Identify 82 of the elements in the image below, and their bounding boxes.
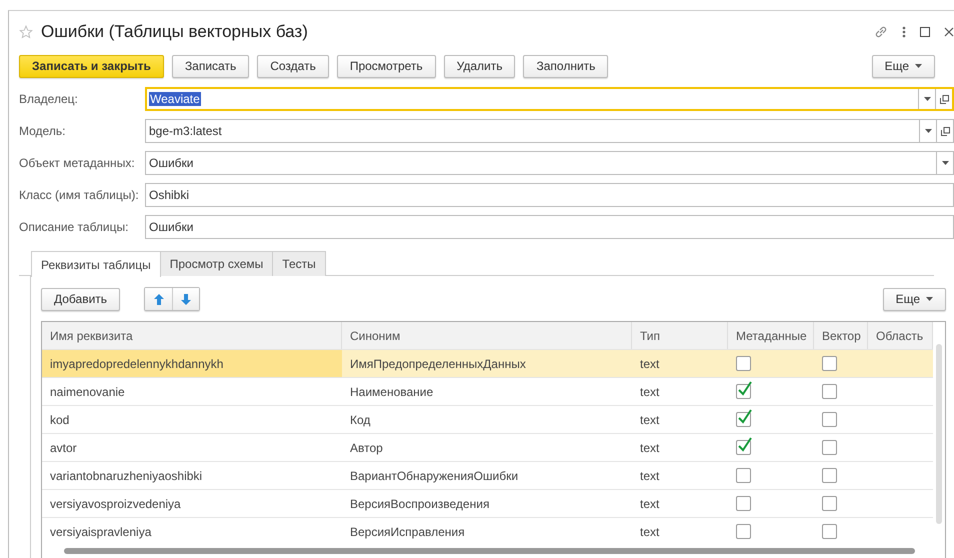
- table-cell-text: variantobnaruzheniyaoshibki: [49, 468, 204, 484]
- field-label: Владелец:: [19, 92, 79, 106]
- window-title: Ошибки (Таблицы векторных баз): [41, 22, 309, 42]
- caret-icon: [924, 129, 932, 133]
- table-cell-text: ВерсияВоспроизведения: [349, 496, 490, 512]
- open-button[interactable]: [936, 120, 953, 142]
- table-cell-text: Код: [349, 412, 372, 428]
- table-cell-text: naimenovanie: [49, 384, 126, 400]
- checkbox[interactable]: [822, 356, 837, 371]
- star-icon[interactable]: [19, 25, 33, 39]
- checkbox[interactable]: [822, 384, 837, 399]
- toolbar-button[interactable]: Просмотреть: [336, 54, 436, 78]
- field-label: Класс (имя таблицы):: [19, 188, 140, 202]
- table-cell-text: kod: [49, 412, 70, 428]
- table-cell-text: versiyaispravleniya: [49, 524, 152, 540]
- table-cell-text: ИмяПредопределенныхДанных: [349, 356, 527, 372]
- tab[interactable]: Тесты: [272, 251, 326, 276]
- close-icon[interactable]: [944, 27, 954, 37]
- field-label: Описание таблицы:: [19, 220, 130, 234]
- caret-icon: [924, 97, 930, 101]
- checkbox[interactable]: [736, 468, 751, 483]
- table-cell-text: ВерсияИсправления: [349, 524, 466, 540]
- table-cell-text: text: [639, 412, 660, 428]
- move-up-button[interactable]: [145, 288, 172, 310]
- arrow-down-icon: [181, 294, 192, 304]
- checkbox[interactable]: [822, 412, 837, 427]
- caret-icon: [926, 297, 933, 301]
- open-icon: [940, 94, 948, 104]
- table-cell-text: ВариантОбнаруженияОшибки: [349, 468, 520, 484]
- input-field[interactable]: Weaviate: [145, 87, 954, 111]
- table-cell-text: text: [639, 468, 660, 484]
- table-cell-text: text: [639, 440, 660, 456]
- table-cell-text: text: [639, 524, 660, 540]
- table-cell-text: Наименование: [349, 384, 434, 400]
- toolbar-button[interactable]: Заполнить: [523, 54, 608, 78]
- toolbar-button[interactable]: Удалить: [444, 54, 516, 78]
- open-icon: [940, 126, 950, 136]
- caret-icon: [942, 161, 948, 165]
- table-row[interactable]: imyapredopredelennykhdannykh ИмяПредопределенныхДанных text: [42, 350, 933, 378]
- maximize-icon[interactable]: [920, 27, 930, 37]
- column-header[interactable]: Синоним: [342, 322, 632, 349]
- more-button[interactable]: Еще: [872, 54, 935, 78]
- tab[interactable]: Просмотр схемы: [160, 251, 274, 276]
- table-cell: imyapredopredelennykhdannykh: [42, 350, 342, 377]
- input-field[interactable]: bge-m3:latest: [145, 119, 954, 143]
- column-header[interactable]: Вектор: [814, 322, 868, 349]
- checkbox[interactable]: [822, 468, 837, 483]
- table-cell-text: text: [639, 496, 660, 512]
- arrow-up-icon: [154, 294, 164, 304]
- column-header[interactable]: Имя реквизита: [42, 322, 342, 349]
- checkbox[interactable]: [822, 440, 837, 455]
- checkbox[interactable]: [736, 412, 751, 427]
- open-button[interactable]: [935, 89, 952, 109]
- checkbox[interactable]: [736, 496, 751, 511]
- input-field[interactable]: Oshibki: [145, 183, 954, 207]
- checkbox[interactable]: [736, 356, 751, 371]
- table-cell-text: Автор: [349, 440, 384, 456]
- link-icon[interactable]: [874, 25, 888, 39]
- table-cell-text: text: [639, 356, 660, 372]
- checkbox[interactable]: [736, 384, 751, 399]
- toolbar-button[interactable]: Создать: [257, 54, 329, 78]
- more-button[interactable]: Еще: [882, 288, 946, 310]
- column-header[interactable]: Тип: [632, 322, 728, 349]
- field-label: Объект метаданных:: [19, 156, 136, 170]
- table-cell-text: text: [639, 384, 660, 400]
- tab[interactable]: Реквизиты таблицы: [31, 251, 161, 277]
- input-field[interactable]: Ошибки: [145, 215, 954, 239]
- add-button[interactable]: Добавить: [41, 288, 120, 310]
- menu-icon[interactable]: [902, 26, 906, 38]
- caret-icon: [915, 64, 922, 68]
- checkbox[interactable]: [736, 524, 751, 539]
- checkbox[interactable]: [822, 496, 837, 511]
- checkbox[interactable]: [736, 440, 751, 455]
- column-header[interactable]: Метаданные: [728, 322, 814, 349]
- toolbar-button[interactable]: Записать: [172, 54, 250, 78]
- move-down-button[interactable]: [172, 288, 200, 310]
- save-and-close-button[interactable]: Записать и закрыть: [19, 54, 164, 78]
- input-field[interactable]: Ошибки: [145, 151, 954, 175]
- checkbox[interactable]: [822, 524, 837, 539]
- table-cell-text: avtor: [49, 440, 78, 456]
- table-cell-text: versiyavosproizvedeniya: [49, 496, 182, 512]
- field-label: Модель:: [19, 124, 66, 138]
